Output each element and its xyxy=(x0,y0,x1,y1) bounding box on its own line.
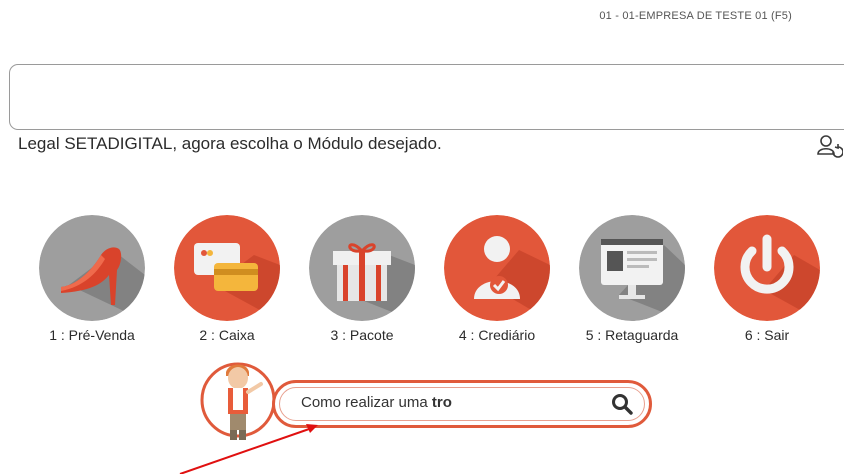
power-icon xyxy=(714,215,820,321)
high-heel-icon xyxy=(39,215,145,321)
module-label: 4 : Crediário xyxy=(458,327,536,343)
credit-card-icon xyxy=(174,215,280,321)
assistant-mascot xyxy=(200,362,276,440)
module-label: 5 : Retaguarda xyxy=(585,327,679,343)
monitor-icon xyxy=(579,215,685,321)
search-input[interactable]: Como realizar uma tro xyxy=(301,394,452,411)
module-retaguarda[interactable]: 5 : Retaguarda xyxy=(573,215,691,345)
module-sair[interactable]: 6 : Sair xyxy=(708,215,826,345)
module-label: 6 : Sair xyxy=(744,327,790,343)
module-label: 3 : Pacote xyxy=(330,327,394,343)
module-label: 1 : Pré-Venda xyxy=(49,327,135,343)
module-label: 2 : Caixa xyxy=(199,327,255,343)
switch-user-icon[interactable] xyxy=(815,132,843,160)
greeting-text: Legal SETADIGITAL, agora escolha o Módul… xyxy=(18,134,442,153)
module-pacote[interactable]: 3 : Pacote xyxy=(303,215,421,345)
search-typed-text: Como realizar uma xyxy=(301,394,432,411)
company-label[interactable]: 01 - 01-EMPRESA DE TESTE 01 (F5) xyxy=(0,10,792,22)
user-check-icon xyxy=(444,215,550,321)
help-search-bar[interactable]: Como realizar uma tro xyxy=(272,380,652,428)
module-caixa[interactable]: 2 : Caixa xyxy=(168,215,286,345)
module-crediario[interactable]: 4 : Crediário xyxy=(438,215,556,345)
search-icon[interactable] xyxy=(611,393,633,415)
gift-box-icon xyxy=(309,215,415,321)
search-highlight-text: tro xyxy=(431,394,452,411)
module-pre-venda[interactable]: 1 : Pré-Venda xyxy=(33,215,151,345)
message-box xyxy=(9,64,844,130)
